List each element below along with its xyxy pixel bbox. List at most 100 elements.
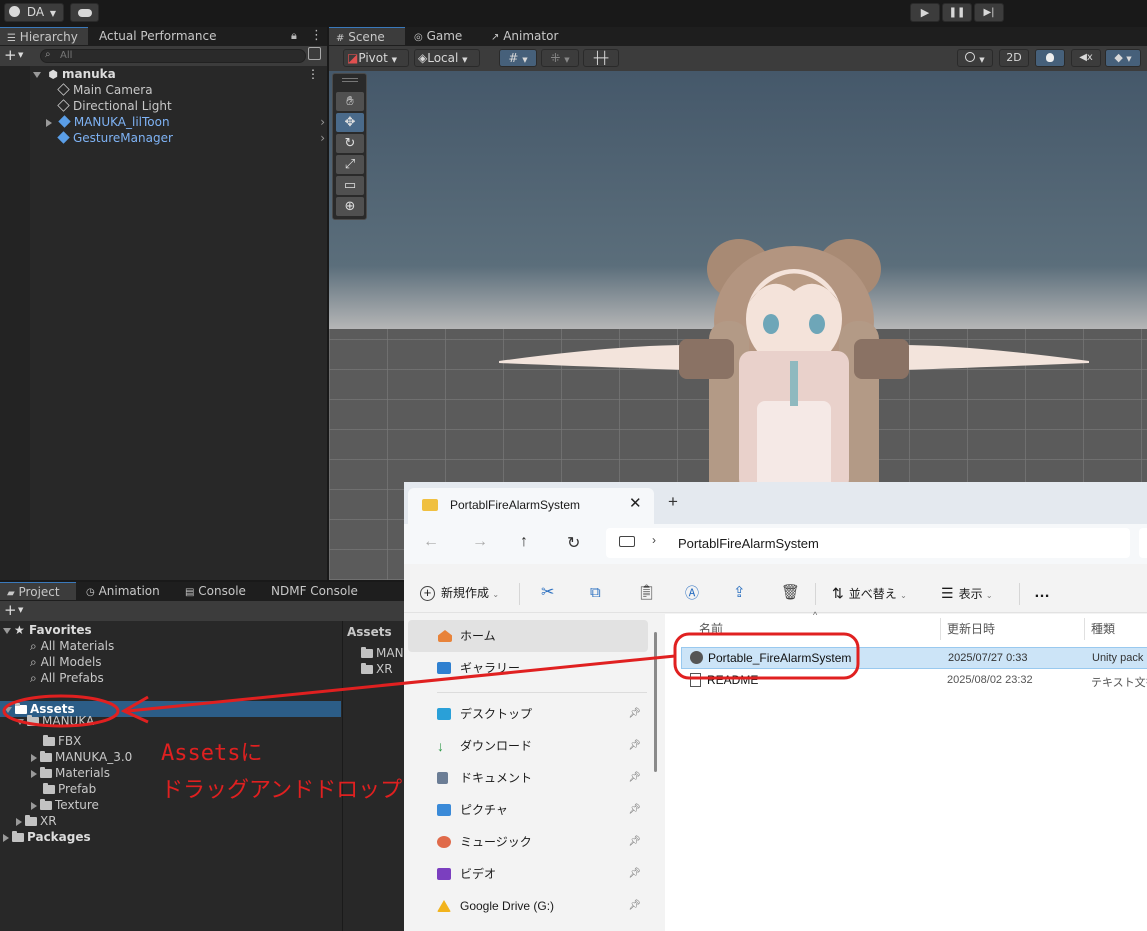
folder-row-manuka-3[interactable]: MANUKA_3.0	[31, 749, 132, 765]
favorite-item[interactable]: ⌕ All Materials	[30, 638, 114, 654]
forward-icon[interactable]: →	[472, 533, 488, 551]
rotate-tool-icon[interactable]: ↻	[336, 134, 364, 153]
add-icon[interactable]: +	[4, 601, 17, 619]
expand-arrow-icon[interactable]	[31, 769, 37, 778]
packages-row[interactable]: Packages	[3, 829, 91, 845]
account-dropdown[interactable]: DA ▼	[4, 3, 64, 22]
play-button[interactable]: ▶	[910, 3, 940, 22]
more-options-icon[interactable]: …	[1034, 573, 1050, 613]
nav-item-home[interactable]: ホーム	[408, 620, 648, 652]
folder-row-manuka[interactable]: MANUKA	[16, 715, 94, 727]
expand-arrow-icon[interactable]	[16, 718, 24, 725]
hierarchy-item-manuka-liltoon[interactable]: MANUKA_lilToon ›	[46, 114, 327, 130]
content-item[interactable]: MAN	[361, 645, 404, 661]
rename-icon[interactable]: Ⓐ	[685, 573, 699, 613]
refresh-icon[interactable]: ↻	[567, 533, 580, 553]
pin-icon[interactable]: 📌︎	[628, 890, 641, 922]
grid-snap-button[interactable]: # ▼	[499, 49, 537, 67]
pin-icon[interactable]: 📌︎	[628, 858, 641, 890]
content-item[interactable]: XR	[361, 661, 393, 677]
nav-item-documents[interactable]: ドキュメント 📌︎	[404, 762, 649, 794]
nav-item-google-drive[interactable]: Google Drive (G:) 📌︎	[404, 890, 649, 922]
tab-console[interactable]: ▤ Console	[178, 582, 253, 600]
shading-mode-button[interactable]: ▼	[957, 49, 993, 67]
favorite-item[interactable]: ⌕ All Prefabs	[30, 670, 104, 686]
tab-ndmf-console[interactable]: NDMF Console	[264, 582, 365, 600]
tab-animator[interactable]: ↗ Animator	[484, 27, 565, 45]
share-icon[interactable]: ⇪	[733, 573, 746, 613]
hierarchy-item-gesture-manager[interactable]: GestureManager ›	[57, 130, 327, 146]
cloud-button[interactable]	[70, 3, 99, 22]
2d-toggle[interactable]: 2D	[999, 49, 1029, 67]
hierarchy-item-directional-light[interactable]: Directional Light	[57, 98, 172, 114]
favorite-item[interactable]: ⌕ All Models	[30, 654, 102, 670]
hierarchy-search-input[interactable]: ⌕ All	[40, 49, 306, 63]
expand-arrow-icon[interactable]	[3, 627, 11, 634]
snap-increment-button[interactable]: ⁜ ▼	[541, 49, 579, 67]
tab-animation[interactable]: ◷ Animation	[79, 582, 167, 600]
pin-icon[interactable]: 📌︎	[628, 730, 641, 762]
nav-item-desktop[interactable]: デスクトップ 📌︎	[404, 698, 649, 730]
nav-item-videos[interactable]: ビデオ 📌︎	[404, 858, 649, 890]
expand-arrow-icon[interactable]	[16, 817, 22, 826]
kebab-menu-icon[interactable]: ⋮	[307, 66, 319, 82]
tab-project[interactable]: ▰ Project	[0, 582, 76, 600]
nav-item-music[interactable]: ミュージック 📌︎	[404, 826, 649, 858]
scene-row[interactable]: ⬢ manuka ⋮	[30, 66, 327, 82]
close-icon[interactable]: ✕	[629, 494, 642, 512]
nav-item-pictures[interactable]: ピクチャ 📌︎	[404, 794, 649, 826]
column-header-name[interactable]: 名前	[699, 620, 723, 637]
up-icon[interactable]: ↑	[520, 533, 528, 551]
nav-scrollbar[interactable]	[654, 632, 657, 772]
expand-arrow-icon[interactable]	[46, 118, 52, 127]
pin-icon[interactable]: 📌︎	[628, 698, 641, 730]
nav-item-gallery[interactable]: ギャラリー	[404, 652, 649, 684]
expand-arrow-icon[interactable]	[31, 753, 37, 762]
explorer-tab[interactable]: PortablFireAlarmSystem ✕	[408, 488, 654, 524]
tab-actual-performance[interactable]: Actual Performance	[92, 27, 223, 45]
delete-icon[interactable]: 🗑︎	[781, 573, 800, 613]
effects-dropdown[interactable]: ◆ ▼	[1105, 49, 1141, 67]
tab-scene[interactable]: # Scene	[329, 27, 405, 45]
chevron-down-icon[interactable]: ▼	[18, 51, 23, 59]
chevron-right-icon[interactable]: ›	[320, 114, 325, 130]
move-tool-icon[interactable]: ✥	[336, 113, 364, 132]
add-icon[interactable]: +	[4, 46, 17, 64]
pivot-dropdown[interactable]: ◪Pivot ▼	[343, 49, 409, 67]
folder-row-materials[interactable]: Materials	[31, 765, 110, 781]
folder-row-fbx[interactable]: FBX	[43, 733, 81, 749]
column-header-date[interactable]: 更新日時	[947, 620, 995, 637]
pin-icon[interactable]: 📌︎	[628, 762, 641, 794]
pin-icon[interactable]: 📌︎	[628, 794, 641, 826]
step-button[interactable]: ▶|	[974, 3, 1004, 22]
back-icon[interactable]: ←	[423, 533, 439, 551]
search-box[interactable]	[1139, 528, 1147, 558]
nav-item-downloads[interactable]: ↓ ダウンロード 📌︎	[404, 730, 649, 762]
pin-icon[interactable]: 📌︎	[628, 826, 641, 858]
chevron-right-icon[interactable]: ›	[320, 130, 325, 146]
paste-icon[interactable]: 📋︎	[637, 573, 656, 613]
column-header-type[interactable]: 種類	[1091, 620, 1115, 637]
hierarchy-item-main-camera[interactable]: Main Camera	[57, 82, 153, 98]
expand-arrow-icon[interactable]	[3, 833, 9, 842]
chevron-down-icon[interactable]: ▼	[18, 606, 23, 614]
ruler-button[interactable]: ┼┼	[583, 49, 619, 67]
local-dropdown[interactable]: ◈Local ▼	[414, 49, 480, 67]
lighting-toggle[interactable]	[1035, 49, 1065, 67]
copy-icon[interactable]: ⧉	[590, 573, 601, 613]
tab-hierarchy[interactable]: ☰ Hierarchy	[0, 27, 88, 45]
transform-tool-icon[interactable]: ⊕	[336, 197, 364, 216]
cut-icon[interactable]: ✂	[541, 573, 554, 613]
search-options-icon[interactable]	[308, 47, 321, 60]
sort-button[interactable]: ⇅ 並べ替え ⌄	[832, 573, 907, 613]
kebab-menu-icon[interactable]: ⋮	[310, 28, 323, 43]
address-bar[interactable]: › PortablFireAlarmSystem	[606, 528, 1130, 558]
scale-tool-icon[interactable]: ⤢	[336, 155, 364, 174]
hand-tool-icon[interactable]: ✋︎	[336, 92, 364, 111]
new-tab-icon[interactable]: +	[668, 492, 678, 512]
folder-row-xr[interactable]: XR	[16, 813, 57, 829]
rect-tool-icon[interactable]: ▭	[336, 176, 364, 195]
tab-game[interactable]: ◎ Game	[407, 27, 469, 45]
expand-arrow-icon[interactable]	[33, 71, 41, 78]
expand-arrow-icon[interactable]	[31, 801, 37, 810]
